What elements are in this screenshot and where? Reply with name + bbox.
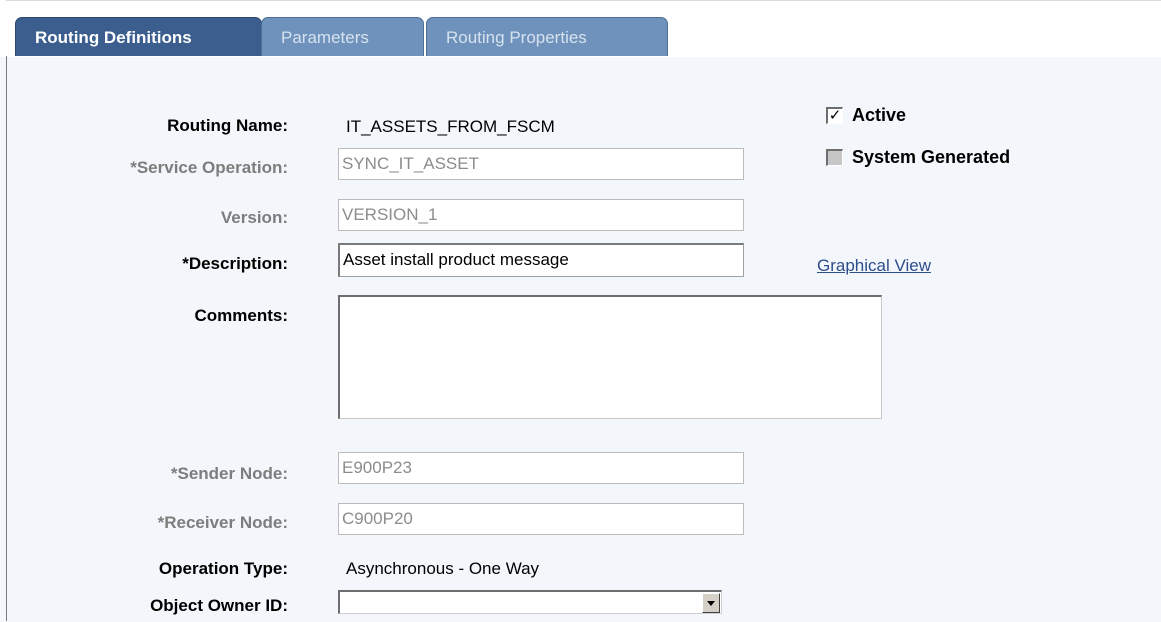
tab-routing-properties[interactable]: Routing Properties xyxy=(426,17,668,56)
service-operation-label: *Service Operation: xyxy=(130,158,288,177)
service-operation-field[interactable]: SYNC_IT_ASSET xyxy=(338,148,744,180)
object-owner-id-dropdown-button[interactable] xyxy=(702,593,720,613)
tab-parameters[interactable]: Parameters xyxy=(261,17,424,56)
panel-left-border xyxy=(6,56,7,621)
system-generated-checkbox[interactable] xyxy=(826,149,843,166)
chevron-down-icon xyxy=(707,601,715,606)
receiver-node-field[interactable]: C900P20 xyxy=(338,503,744,535)
version-label: Version: xyxy=(220,208,288,227)
routing-name-label: Routing Name: xyxy=(167,116,288,135)
checkmark-icon: ✓ xyxy=(828,107,842,124)
top-divider xyxy=(6,0,1161,1)
sender-node-label: *Sender Node: xyxy=(170,464,288,483)
operation-type-label: Operation Type: xyxy=(158,559,288,578)
system-generated-checkbox-label: System Generated xyxy=(852,147,1011,167)
graphical-view-link[interactable]: Graphical View xyxy=(817,256,931,276)
object-owner-id-select[interactable] xyxy=(338,590,722,614)
routing-name-value: IT_ASSETS_FROM_FSCM xyxy=(346,117,555,136)
sender-node-field[interactable]: E900P23 xyxy=(338,452,744,484)
description-label: *Description: xyxy=(182,254,288,273)
comments-label: Comments: xyxy=(194,306,288,325)
comments-textarea[interactable] xyxy=(338,295,882,419)
description-input[interactable]: Asset install product message xyxy=(338,243,744,277)
version-field[interactable]: VERSION_1 xyxy=(338,199,744,231)
object-owner-id-label: Object Owner ID: xyxy=(150,596,288,615)
active-checkbox-label: Active xyxy=(852,105,907,125)
receiver-node-label: *Receiver Node: xyxy=(157,513,288,532)
tab-routing-definitions[interactable]: Routing Definitions xyxy=(15,17,262,56)
operation-type-value: Asynchronous - One Way xyxy=(346,559,540,578)
active-checkbox[interactable]: ✓ xyxy=(826,107,843,124)
